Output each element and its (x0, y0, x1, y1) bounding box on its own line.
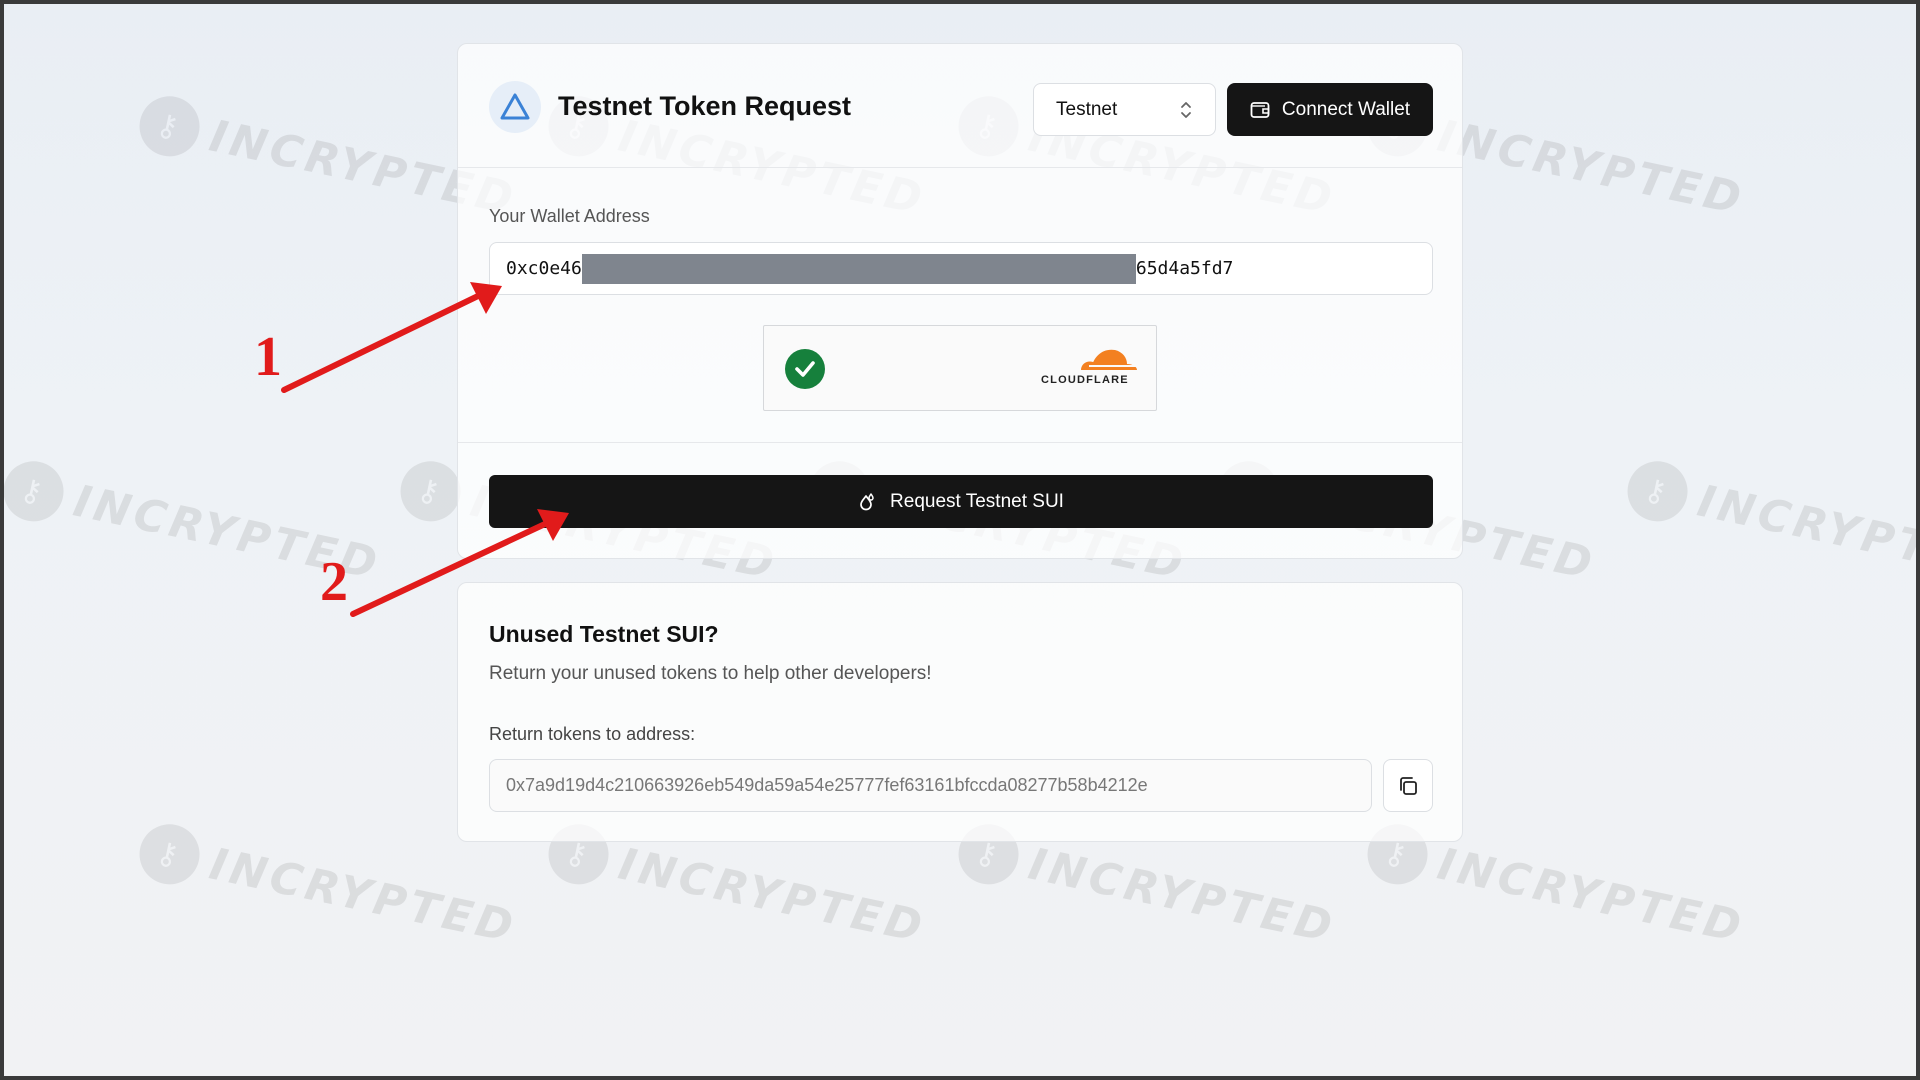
request-testnet-sui-button[interactable]: Request Testnet SUI (489, 475, 1433, 528)
return-address-value: 0x7a9d19d4c210663926eb549da59a54e25777fe… (506, 775, 1148, 795)
sui-logo (489, 81, 541, 133)
connect-wallet-button[interactable]: Connect Wallet (1227, 83, 1433, 136)
return-address-label: Return tokens to address: (489, 724, 696, 744)
captcha-widget[interactable]: CLOUDFLARE (763, 325, 1157, 411)
droplet-icon (860, 492, 874, 510)
watermark-logo-icon: ⚷ (133, 90, 206, 162)
card-header: Testnet Token Request Testnet Connect Wa… (458, 44, 1462, 168)
unused-title: Unused Testnet SUI? (489, 621, 719, 647)
watermark-logo-icon: ⚷ (0, 455, 70, 527)
connect-wallet-label: Connect Wallet (1281, 98, 1411, 120)
watermark: ⚷INCRYPTED (1621, 455, 1920, 595)
watermark-text: INCRYPTED (1433, 110, 1750, 225)
wallet-icon (1250, 101, 1270, 118)
wallet-address-input[interactable]: 0xc0e46 65d4a5fd7 (489, 242, 1433, 295)
chevron-updown-icon (1181, 101, 1191, 118)
token-request-card: Testnet Token Request Testnet Connect Wa… (457, 43, 1463, 559)
wallet-address-end: 65d4a5fd7 (1135, 258, 1234, 279)
request-button-label: Request Testnet SUI (890, 490, 1064, 512)
watermark-logo-icon: ⚷ (133, 818, 206, 890)
cloudflare-text: CLOUDFLARE (1041, 374, 1129, 386)
annotation-step-2: 2 (320, 551, 348, 613)
unused-description: Return your unused tokens to help other … (489, 663, 932, 684)
watermark-text: INCRYPTED (614, 838, 931, 953)
copy-icon (1400, 776, 1417, 795)
watermark-logo-icon: ⚷ (394, 455, 467, 527)
sui-triangle-icon (500, 93, 530, 120)
wallet-address-label: Your Wallet Address (489, 206, 650, 226)
network-select[interactable]: Testnet (1033, 83, 1216, 136)
annotation-step-1: 1 (254, 326, 282, 388)
redacted-block (581, 253, 1136, 284)
page-title: Testnet Token Request (558, 91, 852, 121)
divider (458, 442, 1462, 443)
wallet-address-start: 0xc0e46 (506, 258, 582, 279)
network-select-value: Testnet (1056, 98, 1118, 120)
watermark-logo-icon: ⚷ (1621, 455, 1694, 527)
watermark-text: INCRYPTED (205, 838, 522, 953)
copy-address-button[interactable] (1383, 759, 1433, 812)
watermark-text: INCRYPTED (1693, 475, 1920, 590)
unused-sui-card: Unused Testnet SUI? Return your unused t… (457, 582, 1463, 842)
watermark-text: INCRYPTED (1024, 838, 1341, 953)
return-address-field[interactable]: 0x7a9d19d4c210663926eb549da59a54e25777fe… (489, 759, 1372, 812)
check-icon (785, 349, 825, 389)
watermark-text: INCRYPTED (1433, 838, 1750, 953)
